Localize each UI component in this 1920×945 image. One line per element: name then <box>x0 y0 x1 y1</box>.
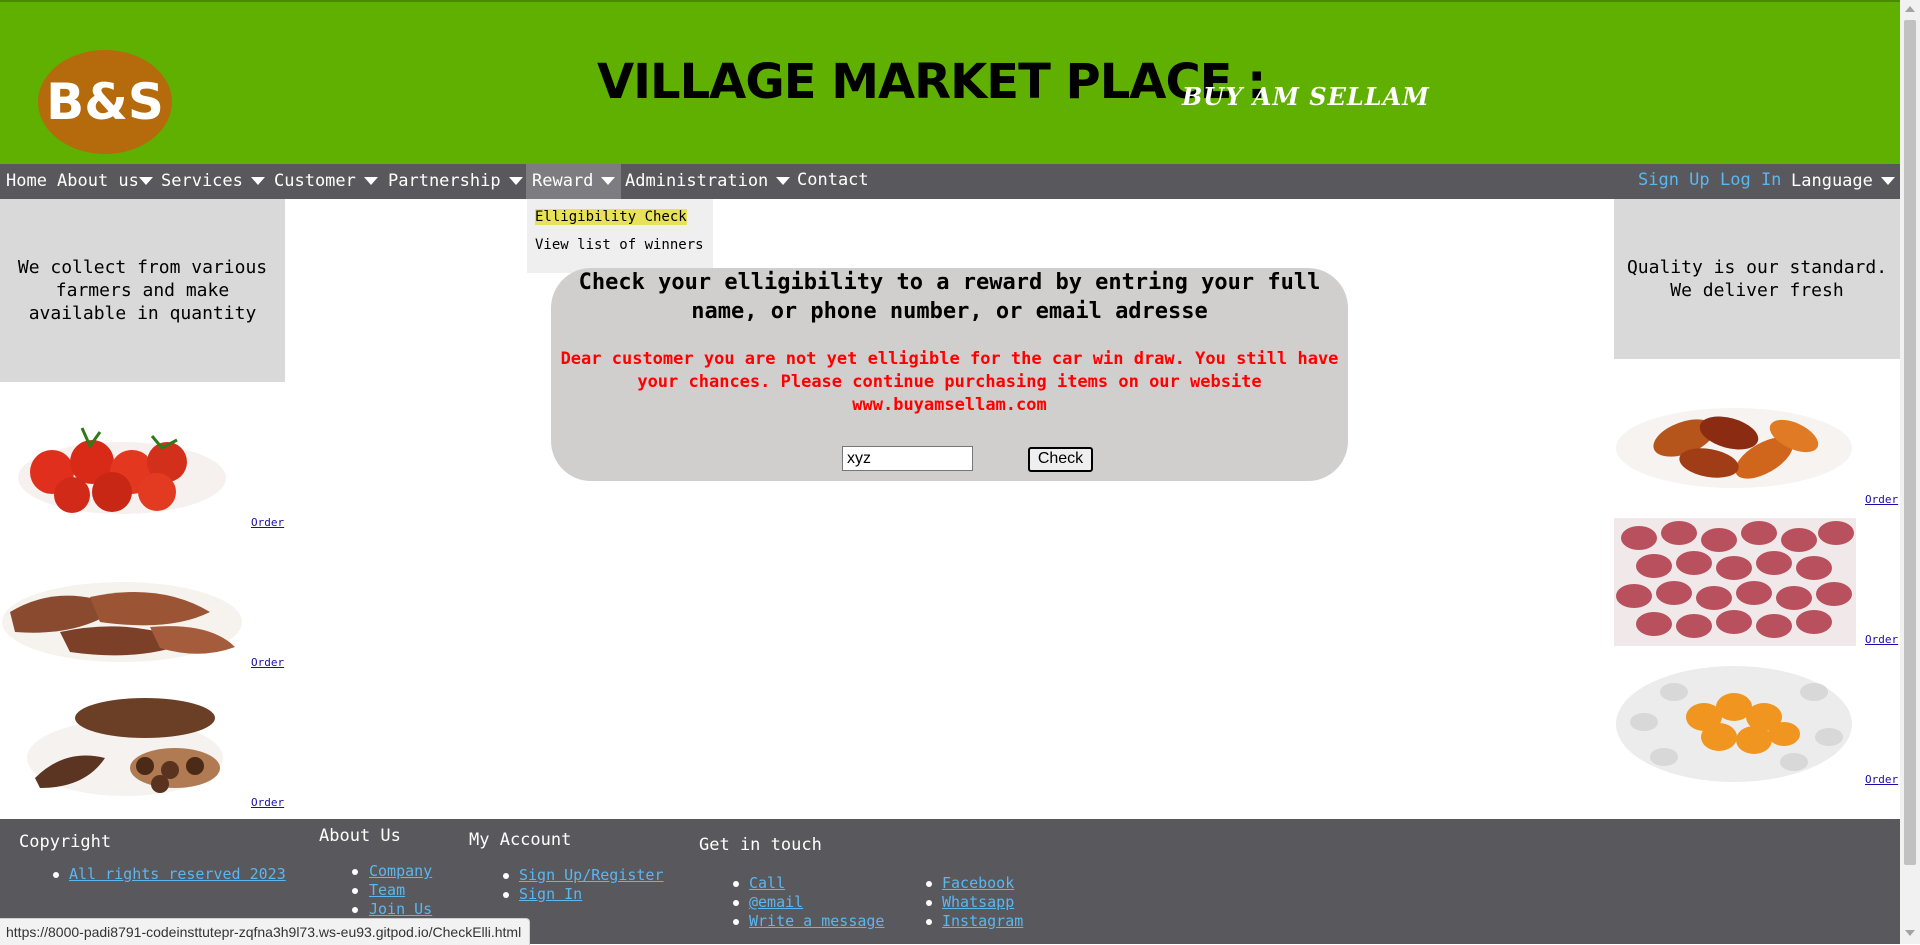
log-in-link[interactable]: Log In <box>1720 164 1781 199</box>
nav-about-label: About us <box>57 171 139 191</box>
nav-about[interactable]: About us <box>57 164 153 199</box>
eligibility-title: Check your elligibility to a reward by e… <box>578 270 1321 324</box>
footer-copyright-link[interactable]: All rights reserved 2023 <box>69 865 286 883</box>
nav-services[interactable]: Services <box>161 164 265 199</box>
scroll-up-icon[interactable] <box>1905 6 1915 12</box>
scroll-down-icon[interactable] <box>1905 930 1915 936</box>
left-info-box: We collect from various farmers and make… <box>0 199 285 382</box>
footer-about-heading: About Us <box>319 826 401 846</box>
order-link[interactable]: Order <box>251 656 284 669</box>
dropdown-item-view-winners[interactable]: View list of winners <box>535 237 704 253</box>
bullet-icon <box>503 892 509 898</box>
footer-link-write-message[interactable]: Write a message <box>749 912 884 930</box>
site-header: B&S VILLAGE MARKET PLACE : BUY AM SELLAM <box>0 0 1900 164</box>
chevron-down-icon <box>601 177 616 185</box>
chevron-down-icon <box>508 177 523 185</box>
footer-link-facebook[interactable]: Facebook <box>942 874 1014 892</box>
right-info-box: Quality is our standard. We deliver fres… <box>1614 199 1900 359</box>
check-button[interactable]: Check <box>1028 447 1093 472</box>
eligibility-card: Check your elligibility to a reward by e… <box>551 268 1348 481</box>
nav-customer[interactable]: Customer <box>274 164 378 199</box>
nav-home-label: Home <box>6 171 47 191</box>
chevron-down-icon <box>776 177 791 185</box>
bullet-icon <box>352 907 358 913</box>
page-scrollbar[interactable] <box>1900 0 1920 944</box>
footer-link-sign-in[interactable]: Sign In <box>519 885 582 903</box>
kola-nuts-image <box>1614 518 1856 646</box>
nav-partnership-label: Partnership <box>388 171 501 191</box>
bullet-icon <box>926 881 932 887</box>
footer-link-team[interactable]: Team <box>369 881 405 899</box>
chevron-down-icon <box>363 177 378 185</box>
left-info-text: We collect from various farmers and make… <box>17 257 268 324</box>
footer-link-join-us[interactable]: Join Us <box>369 900 432 918</box>
eligibility-input[interactable]: xyz <box>842 446 973 471</box>
dropdown-item-elligibility-check[interactable]: Elligibility Check <box>535 209 687 225</box>
bullet-icon <box>53 872 59 878</box>
chevron-down-icon <box>1880 177 1895 185</box>
footer-link-instagram[interactable]: Instagram <box>942 912 1023 930</box>
footer-touch-heading: Get in touch <box>699 835 822 855</box>
nav-contact[interactable]: Contact <box>797 164 869 199</box>
nav-home[interactable]: Home <box>6 164 47 199</box>
footer-link-company[interactable]: Company <box>369 862 432 880</box>
bullet-icon <box>352 869 358 875</box>
footer-link-call[interactable]: Call <box>749 874 785 892</box>
right-info-text: Quality is our standard. We deliver fres… <box>1626 257 1888 301</box>
bullet-icon <box>352 888 358 894</box>
peppers-image <box>1616 666 1852 782</box>
language-menu[interactable]: Language <box>1791 164 1895 199</box>
cocoa-image <box>27 698 223 796</box>
footer-link-sign-up[interactable]: Sign Up/Register <box>519 866 664 884</box>
bullet-icon <box>733 919 739 925</box>
chevron-down-icon <box>138 177 153 185</box>
bullet-icon <box>926 919 932 925</box>
nav-customer-label: Customer <box>274 171 356 191</box>
status-bar-url: https://8000-padi8791-codeinsttutepr-zqf… <box>0 918 531 945</box>
eligibility-message: Dear customer you are not yet elligible … <box>560 349 1339 415</box>
bullet-icon <box>733 900 739 906</box>
order-link[interactable]: Order <box>1865 493 1898 506</box>
sign-up-link[interactable]: Sign Up <box>1638 164 1710 199</box>
nav-administration-label: Administration <box>625 171 769 191</box>
footer-copyright-heading: Copyright <box>19 832 112 852</box>
order-link[interactable]: Order <box>251 796 284 809</box>
nav-reward[interactable]: Reward <box>526 164 622 199</box>
yam-image <box>2 582 242 662</box>
site-title: VILLAGE MARKET PLACE : <box>597 54 1266 110</box>
bullet-icon <box>733 881 739 887</box>
scrollbar-thumb[interactable] <box>1904 20 1916 865</box>
order-link[interactable]: Order <box>1865 773 1898 786</box>
order-link[interactable]: Order <box>251 516 284 529</box>
site-subtitle: BUY AM SELLAM <box>1182 82 1430 111</box>
nav-reward-label: Reward <box>532 171 594 191</box>
nav-administration[interactable]: Administration <box>625 164 791 199</box>
chevron-down-icon <box>250 177 265 185</box>
bullet-icon <box>503 873 509 879</box>
brand-logo[interactable]: B&S <box>38 50 172 154</box>
footer-account-heading: My Account <box>469 830 572 850</box>
nav-contact-label: Contact <box>797 170 869 190</box>
palm-nuts-image <box>1616 408 1852 488</box>
tomatoes-image <box>18 427 226 514</box>
order-link[interactable]: Order <box>1865 633 1898 646</box>
language-label: Language <box>1791 171 1873 191</box>
nav-partnership[interactable]: Partnership <box>388 164 523 199</box>
footer-link-whatsapp[interactable]: Whatsapp <box>942 893 1014 911</box>
main-nav: Home About us Services Customer Partners… <box>0 164 1900 199</box>
footer-link-email[interactable]: @email <box>749 893 803 911</box>
nav-services-label: Services <box>161 171 243 191</box>
reward-dropdown: Elligibility Check View list of winners <box>527 199 713 273</box>
bullet-icon <box>926 900 932 906</box>
